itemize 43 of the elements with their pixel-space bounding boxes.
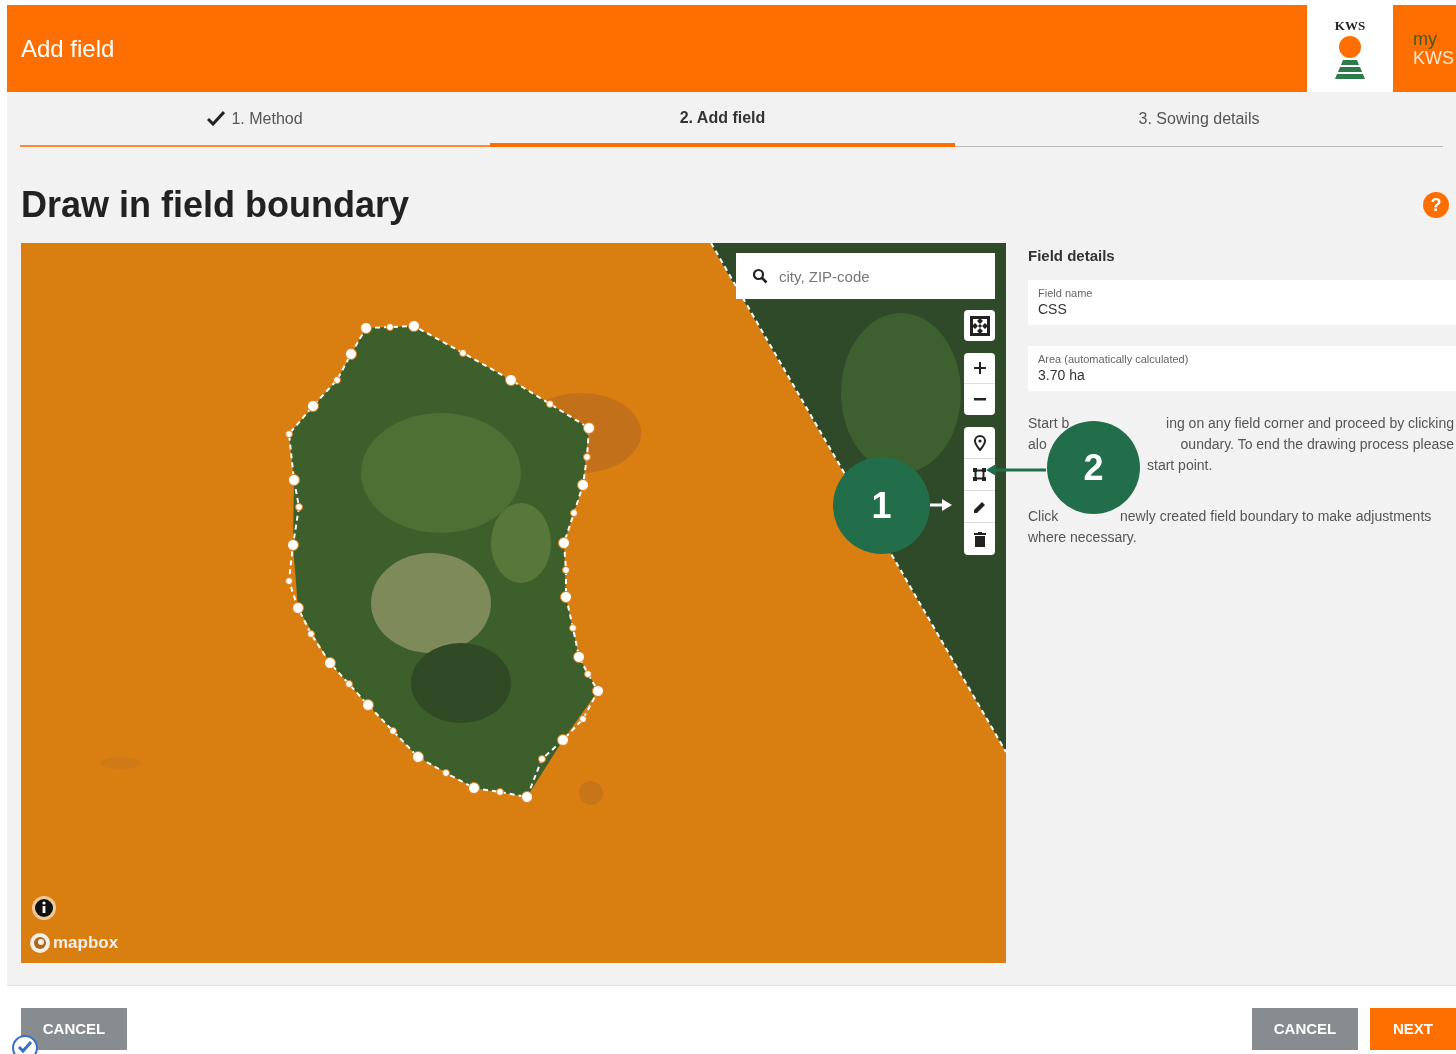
checkmark-icon — [207, 111, 226, 126]
minus-icon — [973, 398, 986, 401]
field-value: CSS — [1038, 300, 1068, 318]
arrow — [986, 464, 1046, 476]
logo: KWS — [1307, 5, 1393, 92]
field-boundary[interactable] — [283, 320, 605, 804]
fullscreen-button[interactable] — [964, 310, 995, 341]
instruction-text: oundary. To end the drawing process please — [1180, 435, 1454, 454]
text-field[interactable]: Field name CSS — [1028, 280, 1456, 325]
text-field[interactable]: Area (automatically calculated) 3.70 ha — [1028, 346, 1456, 391]
plus-icon — [973, 362, 986, 374]
instruction-text: where necessary. — [1028, 528, 1137, 547]
cancel-button[interactable]: CANCEL — [21, 1008, 127, 1050]
field-label: Area (automatically calculated) — [1038, 353, 1190, 366]
pencil-icon — [972, 499, 987, 514]
instruction-text: newly created field boundary to make adjustments — [1120, 507, 1432, 526]
square-vertices-icon — [973, 468, 986, 481]
map-pin-icon — [973, 434, 986, 451]
checkmark-badge-icon — [12, 1035, 38, 1054]
search-field[interactable]: city, ZIP-code — [736, 253, 995, 299]
fullscreen-icon — [968, 314, 991, 337]
field-value: 3.70 ha — [1038, 366, 1086, 384]
arrow — [930, 499, 952, 511]
info-icon[interactable] — [32, 896, 56, 920]
step-tab[interactable]: 3. Sowing details — [955, 92, 1443, 147]
mapbox-logo-icon — [29, 932, 51, 954]
cancel-button[interactable]: CANCEL — [1252, 1008, 1358, 1050]
next-button[interactable]: NEXT — [1370, 1008, 1456, 1050]
instruction-text: Click — [1028, 507, 1059, 526]
instruction-text: alo — [1028, 435, 1047, 454]
field-label: Field name — [1038, 287, 1094, 300]
trash-icon — [973, 531, 986, 547]
panel-title: Field details — [1028, 246, 1116, 265]
help-button[interactable]: ? — [1423, 192, 1449, 218]
search-icon — [752, 268, 768, 284]
page-header-title: Add field — [20, 33, 116, 64]
page-title: Draw in field boundary — [21, 183, 410, 227]
step-tab[interactable]: 2. Add field — [490, 92, 955, 147]
instruction-text: Start b — [1028, 414, 1070, 433]
instruction-text: start point. — [1147, 456, 1213, 475]
mapbox-attribution[interactable]: mapbox — [53, 932, 119, 954]
step-tab[interactable]: 1. Method — [20, 92, 490, 147]
instruction-text: ing on any field corner and proceed by clicking — [1166, 414, 1454, 433]
